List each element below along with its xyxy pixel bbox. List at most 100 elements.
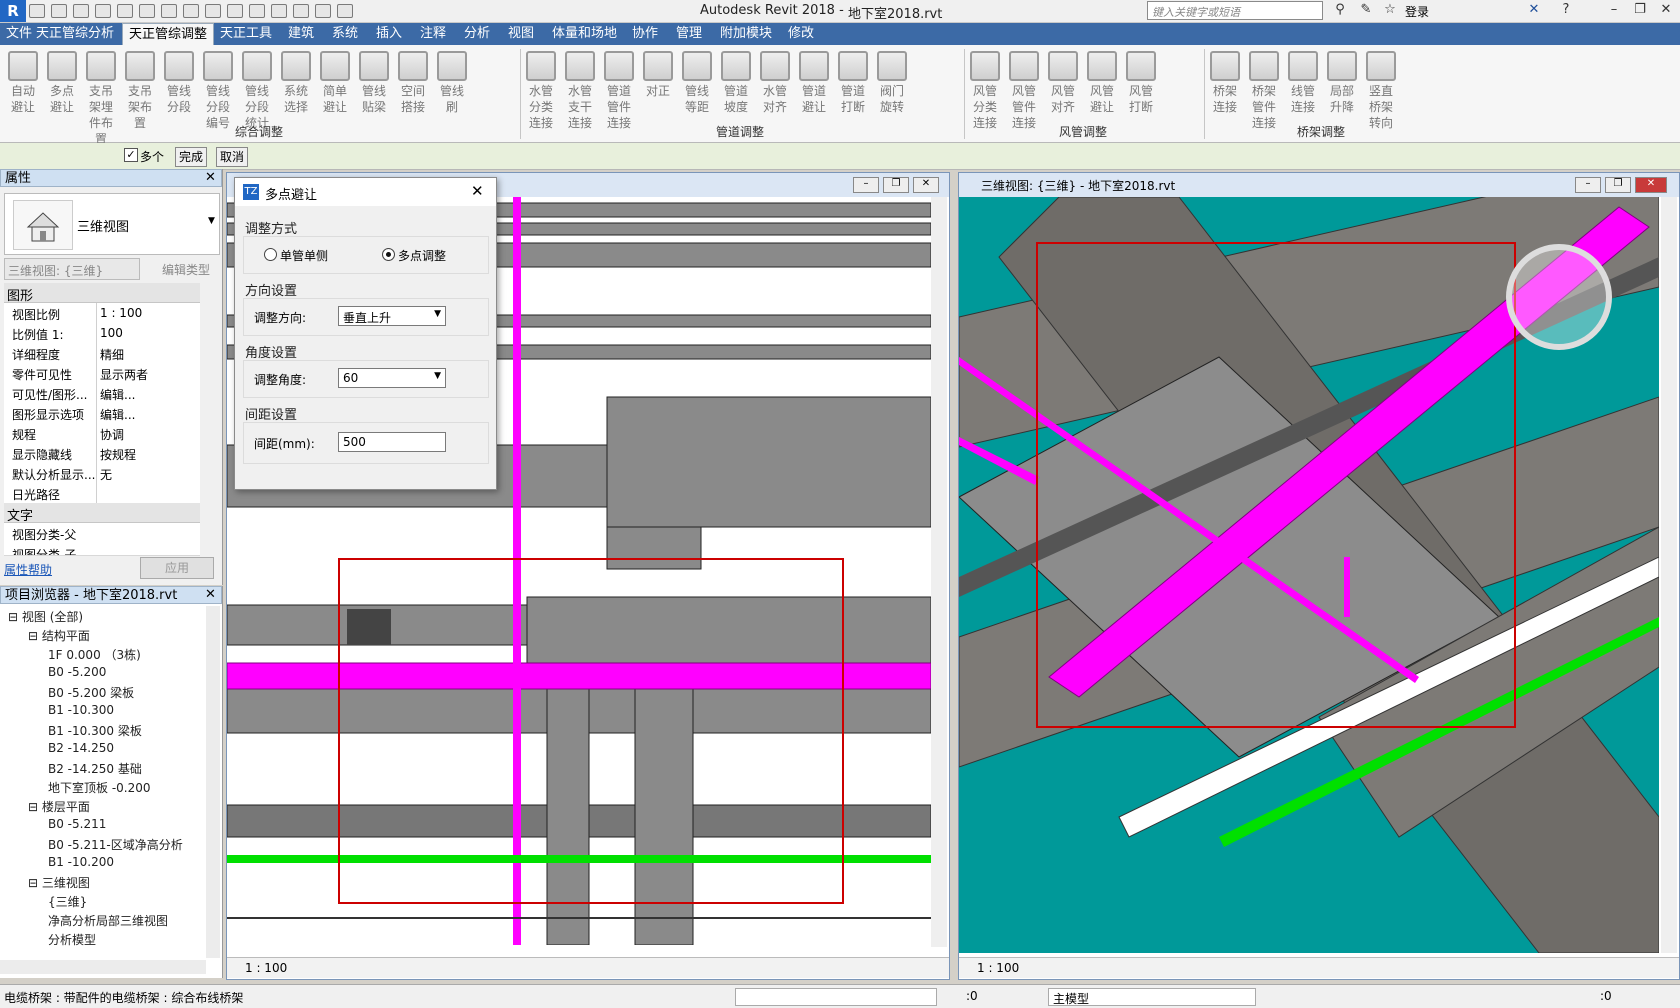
close-button[interactable]: ✕ xyxy=(913,177,939,193)
ribbon-button[interactable]: 线管连接 xyxy=(1286,51,1320,115)
tree-node[interactable]: ⊟ 视图 (全部) xyxy=(8,608,83,625)
ribbon-button[interactable]: 风管管件连接 xyxy=(1007,51,1041,131)
property-row[interactable]: 图形显示选项 编辑... xyxy=(4,403,200,424)
ribbon-button[interactable]: 管线分段编号 xyxy=(201,51,235,131)
tree-node[interactable]: ⊟ 三维视图 xyxy=(28,874,90,891)
dimension-icon[interactable] xyxy=(183,4,199,18)
ribbon-button[interactable]: 水管支干连接 xyxy=(563,51,597,131)
minimize-button[interactable]: – xyxy=(853,177,879,193)
tab-systems[interactable]: 系统 xyxy=(326,23,364,45)
close-hidden-icon[interactable] xyxy=(315,4,331,18)
ribbon-button[interactable]: 风管对齐 xyxy=(1046,51,1080,115)
restore-button[interactable]: ❐ xyxy=(1630,2,1650,18)
tree-node[interactable]: 1F 0.000 （3栋) xyxy=(48,646,141,663)
exchange-icon[interactable]: ✕ xyxy=(1524,2,1544,18)
ribbon-button[interactable]: 多点避让 xyxy=(45,51,79,115)
tree-node[interactable]: 地下室顶板 -0.200 xyxy=(48,779,151,796)
spacing-input[interactable]: 500 xyxy=(338,432,446,452)
ribbon-button[interactable]: 支吊架布置 xyxy=(123,51,157,131)
radio-single[interactable] xyxy=(264,248,277,261)
tab-massing[interactable]: 体量和场地 xyxy=(546,23,623,45)
section-icon[interactable] xyxy=(271,4,287,18)
tab-analyze[interactable]: 分析 xyxy=(458,23,496,45)
property-row[interactable]: 日光路径 xyxy=(4,483,200,504)
ribbon-button[interactable]: 简单避让 xyxy=(318,51,352,115)
property-row[interactable]: 显示隐藏线 按规程 xyxy=(4,443,200,464)
print-icon[interactable] xyxy=(139,4,155,18)
close-button[interactable]: ✕ xyxy=(1635,177,1667,193)
tree-node[interactable]: B0 -5.200 梁板 xyxy=(48,684,134,701)
ribbon-button[interactable]: 管道管件连接 xyxy=(602,51,636,131)
login-link[interactable]: 登录 xyxy=(1405,3,1429,20)
property-row[interactable]: 规程 协调 xyxy=(4,423,200,444)
ribbon-button[interactable]: 风管打断 xyxy=(1124,51,1158,115)
sync-icon[interactable] xyxy=(73,4,89,18)
tab-collaborate[interactable]: 协作 xyxy=(626,23,664,45)
minimize-button[interactable]: – xyxy=(1604,2,1624,18)
ribbon-button[interactable]: 对正 xyxy=(641,51,675,99)
tab-addins[interactable]: 附加模块 xyxy=(714,23,778,45)
scrollbar[interactable] xyxy=(931,197,947,947)
design-option-combo[interactable]: 主模型 xyxy=(1048,988,1256,1006)
close-button[interactable]: ✕ xyxy=(1656,2,1676,18)
open-icon[interactable] xyxy=(29,4,45,18)
ribbon-button[interactable]: 风管避让 xyxy=(1085,51,1119,115)
ribbon-button[interactable]: 管道打断 xyxy=(836,51,870,115)
tree-node[interactable]: B1 -10.300 梁板 xyxy=(48,722,142,739)
multi-checkbox[interactable]: ✓ xyxy=(124,148,138,162)
tree-node[interactable]: B0 -5.200 xyxy=(48,665,106,679)
tree-node[interactable]: ⊟ 楼层平面 xyxy=(28,798,90,815)
scrollbar[interactable] xyxy=(206,606,220,958)
angle-select[interactable]: 60 ▼ xyxy=(338,368,446,388)
property-row[interactable]: 默认分析显示... 无 xyxy=(4,463,200,484)
save-icon[interactable] xyxy=(51,4,67,18)
properties-help-link[interactable]: 属性帮助 xyxy=(4,561,52,578)
scrollbar[interactable] xyxy=(1661,197,1677,953)
type-selector[interactable]: 三维视图 ▼ xyxy=(4,193,220,255)
text-group[interactable]: 文字 xyxy=(4,503,200,524)
view-selector[interactable]: 三维视图: {三维} xyxy=(4,258,140,280)
tab-tz-adjust[interactable]: 天正管综调整 xyxy=(122,23,215,46)
restore-button[interactable]: ❐ xyxy=(883,177,909,193)
expand-icon[interactable]: ⊟ xyxy=(28,876,42,890)
measure-icon[interactable] xyxy=(161,4,177,18)
ribbon-button[interactable]: 风管分类连接 xyxy=(968,51,1002,131)
redo-icon[interactable] xyxy=(117,4,133,18)
property-row[interactable]: 视图比例 1 : 100 xyxy=(4,303,200,324)
star-icon[interactable]: ☆ xyxy=(1380,2,1400,18)
finish-button[interactable]: 完成 xyxy=(175,147,208,167)
3d-view-icon[interactable] xyxy=(249,4,265,18)
tab-view[interactable]: 视图 xyxy=(502,23,540,45)
3d-canvas[interactable] xyxy=(959,197,1659,953)
subscription-icon[interactable]: ✎ xyxy=(1356,2,1376,18)
undo-icon[interactable] xyxy=(95,4,111,18)
graphics-group[interactable]: 图形 xyxy=(4,283,200,304)
ribbon-button[interactable]: 桥架管件连接 xyxy=(1247,51,1281,131)
tab-annotate[interactable]: 注释 xyxy=(414,23,452,45)
close-icon[interactable]: ✕ xyxy=(205,169,216,187)
tree-node[interactable]: ⊟ 结构平面 xyxy=(28,627,90,644)
ribbon-button[interactable]: 桥架连接 xyxy=(1208,51,1242,115)
ribbon-button[interactable]: 支吊架埋件布置 xyxy=(84,51,118,147)
ribbon-button[interactable]: 管道避让 xyxy=(797,51,831,115)
switch-windows-icon[interactable] xyxy=(337,4,353,18)
tree-node[interactable]: B1 -10.200 xyxy=(48,855,114,869)
search-input[interactable]: 键入关键字或短语 xyxy=(1147,1,1323,20)
tree-node[interactable]: B2 -14.250 基础 xyxy=(48,760,142,777)
view-scale[interactable]: 1 : 100 xyxy=(977,961,1019,975)
scrollbar[interactable] xyxy=(0,960,206,974)
thin-lines-icon[interactable] xyxy=(293,4,309,18)
ribbon-button[interactable]: 竖直桥架转向 xyxy=(1364,51,1398,131)
ribbon-button[interactable]: 自动避让 xyxy=(6,51,40,115)
close-icon[interactable]: ✕ xyxy=(205,586,216,604)
property-row[interactable]: 详细程度 精细 xyxy=(4,343,200,364)
edit-type-button[interactable]: 编辑类型 xyxy=(142,258,218,278)
restore-button[interactable]: ❐ xyxy=(1605,177,1631,193)
tree-node[interactable]: B0 -5.211-区域净高分析 xyxy=(48,836,183,853)
ribbon-button[interactable]: 管线刷 xyxy=(435,51,469,115)
ribbon-button[interactable]: 空间搭接 xyxy=(396,51,430,115)
tree-node[interactable]: 净高分析局部三维视图 xyxy=(48,912,168,929)
help-icon[interactable]: ? xyxy=(1556,2,1576,18)
expand-icon[interactable]: ⊟ xyxy=(28,629,42,643)
workset-combo[interactable] xyxy=(735,988,937,1006)
